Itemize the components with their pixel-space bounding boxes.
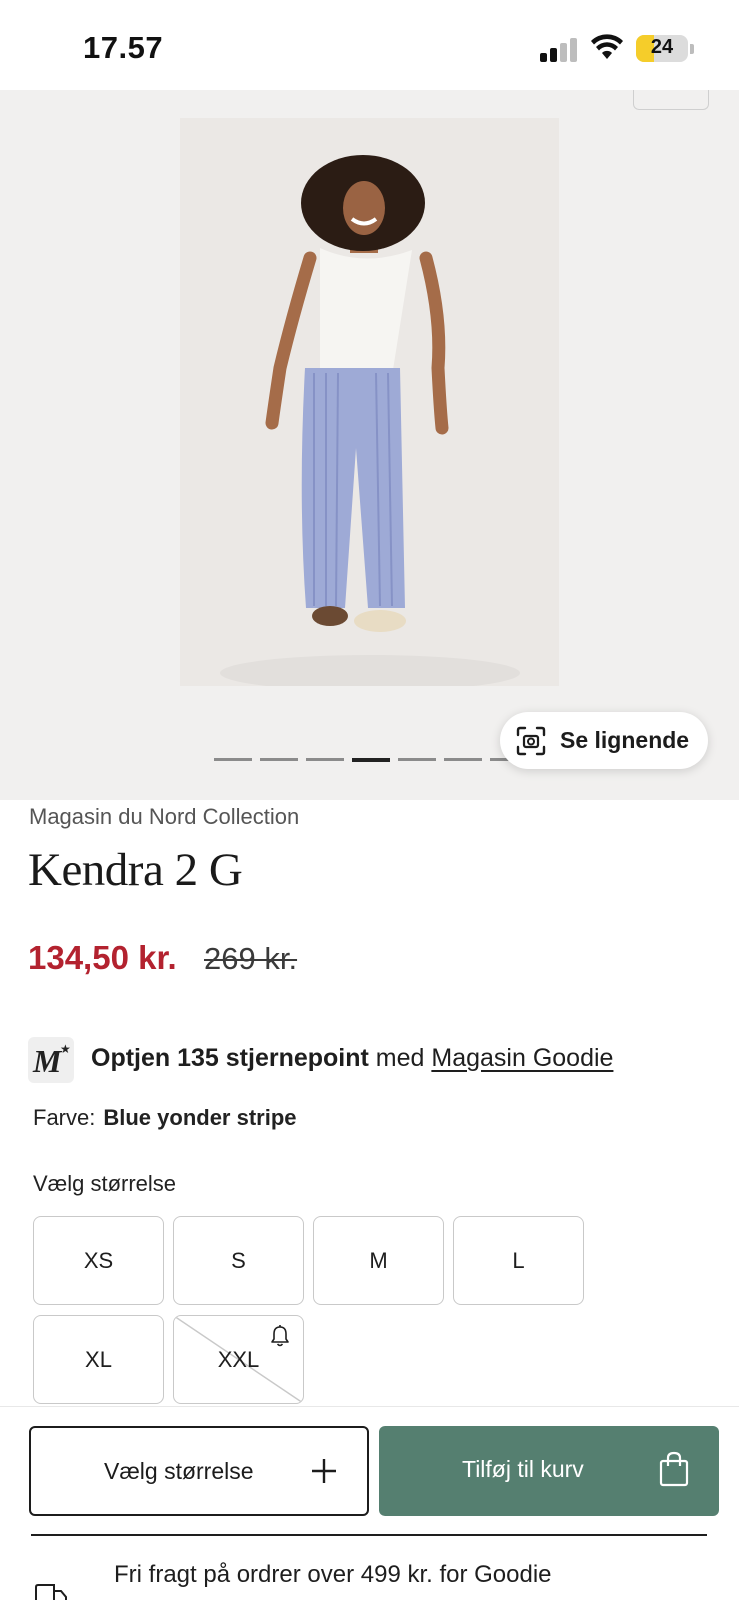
pagination-dot[interactable] bbox=[260, 758, 298, 761]
gallery-overlay-tab bbox=[633, 90, 709, 110]
see-similar-button[interactable]: Se lignende bbox=[500, 712, 708, 769]
magasin-star-logo-icon: M ★ bbox=[28, 1037, 74, 1083]
section-divider bbox=[31, 1534, 707, 1536]
size-heading: Vælg størrelse bbox=[33, 1171, 177, 1196]
brand-name[interactable]: Magasin du Nord Collection bbox=[29, 804, 299, 830]
see-similar-label: Se lignende bbox=[560, 727, 690, 753]
cellular-signal-icon bbox=[540, 38, 578, 62]
add-to-cart-label: Tilføj til kurv bbox=[462, 1456, 584, 1482]
wifi-icon bbox=[591, 34, 623, 59]
pagination-dot[interactable] bbox=[214, 758, 252, 761]
status-bar: 17.57 24 bbox=[0, 0, 739, 90]
add-to-cart-button[interactable]: Tilføj til kurv bbox=[379, 1426, 719, 1516]
original-price: 269 kr. bbox=[204, 941, 298, 976]
size-option-xxl-unavailable[interactable]: XXL bbox=[173, 1315, 304, 1404]
visual-search-icon bbox=[516, 726, 546, 756]
shipping-text: Fri fragt på ordrer over 499 kr. for Goo… bbox=[114, 1561, 552, 1588]
shipping-info: Fri fragt på ordrer over 499 kr. for Goo… bbox=[0, 1553, 739, 1600]
pagination-dot-active[interactable] bbox=[352, 758, 390, 762]
size-option-xs[interactable]: XS bbox=[33, 1216, 164, 1305]
shopping-bag-icon bbox=[659, 1451, 689, 1487]
notify-bell-icon[interactable] bbox=[269, 1324, 291, 1348]
model-photo bbox=[180, 118, 559, 686]
goodie-link[interactable]: Magasin Goodie bbox=[431, 1044, 613, 1072]
goodie-points-mid: med bbox=[368, 1044, 432, 1072]
product-title: Kendra 2 G bbox=[28, 844, 243, 896]
battery-level: 24 bbox=[650, 36, 674, 58]
goodie-points-bold: Optjen 135 stjernepoint bbox=[91, 1044, 369, 1072]
size-option-m[interactable]: M bbox=[313, 1216, 444, 1305]
choose-size-button[interactable]: Vælg størrelse bbox=[29, 1426, 369, 1516]
plus-icon bbox=[312, 1459, 336, 1483]
pagination-dot[interactable] bbox=[398, 758, 436, 761]
sale-price: 134,50 kr. bbox=[28, 939, 177, 976]
pagination-dot[interactable] bbox=[444, 758, 482, 761]
color-selection: Farve: Blue yonder stripe bbox=[33, 1105, 297, 1131]
size-option-l[interactable]: L bbox=[453, 1216, 584, 1305]
choose-size-label: Vælg størrelse bbox=[104, 1458, 254, 1484]
color-value: Blue yonder stripe bbox=[103, 1105, 297, 1130]
product-image[interactable] bbox=[180, 118, 559, 686]
battery-icon: 24 bbox=[636, 35, 688, 62]
pagination-dot[interactable] bbox=[306, 758, 344, 761]
status-time: 17.57 bbox=[83, 30, 164, 65]
goodie-points-text: Optjen 135 stjernepoint med Magasin Good… bbox=[91, 1044, 613, 1073]
goodie-points-banner: M ★ Optjen 135 stjernepoint med Magasin G… bbox=[28, 1037, 613, 1083]
color-label: Farve: bbox=[33, 1105, 96, 1130]
size-option-xl[interactable]: XL bbox=[33, 1315, 164, 1404]
delivery-truck-icon bbox=[35, 1584, 67, 1600]
size-option-s[interactable]: S bbox=[173, 1216, 304, 1305]
